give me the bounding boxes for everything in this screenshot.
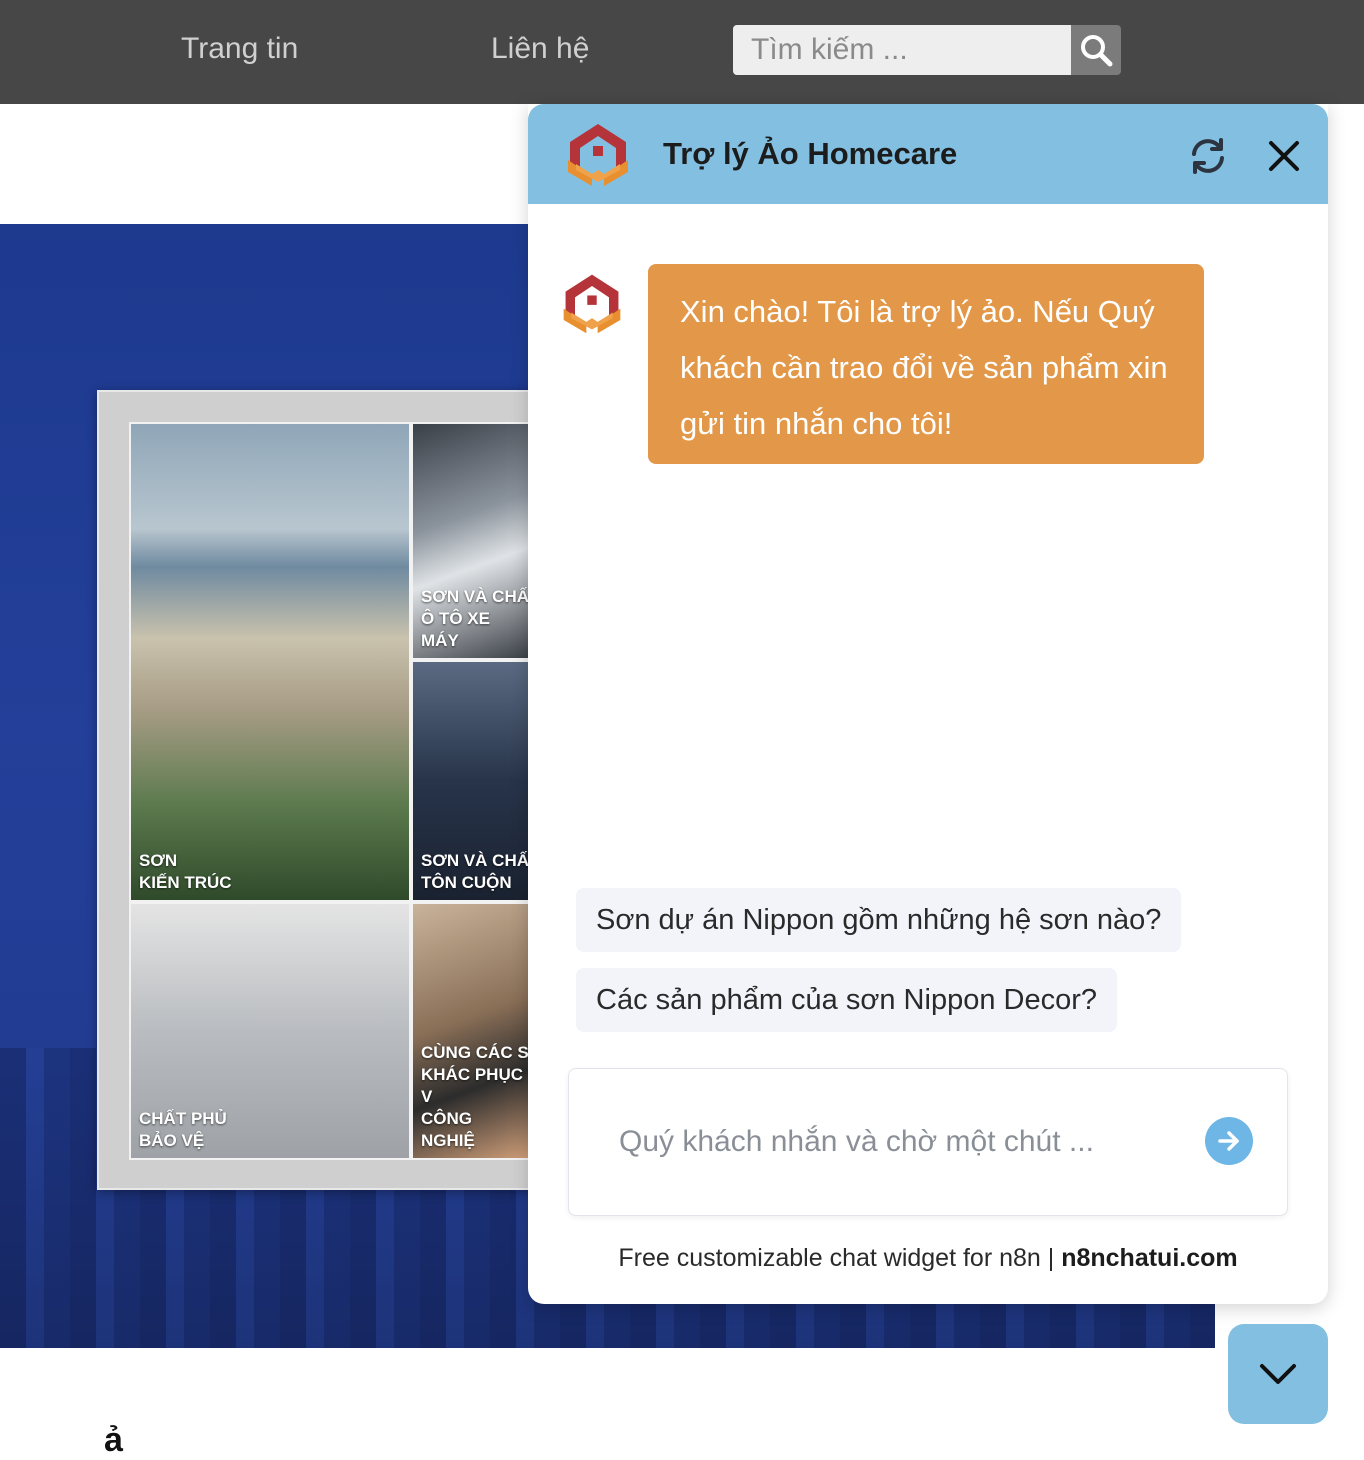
product-collage: SƠN KIẾN TRÚC SƠN VÀ CHẤ Ô TÔ XE MÁY SƠN… (97, 390, 561, 1190)
tile-coil-coating[interactable]: SƠN VÀ CHẤ TÔN CUỘN (411, 660, 531, 902)
tile-architectural-paint[interactable]: SƠN KIẾN TRÚC (129, 422, 411, 902)
top-navigation-bar: Trang tin Liên hệ (0, 0, 1364, 104)
suggestion-chip-1[interactable]: Sơn dự án Nippon gồm những hệ sơn nào? (576, 888, 1182, 952)
tile-label: SƠN KIẾN TRÚC (139, 851, 232, 892)
tile-label: SƠN VÀ CHẤ TÔN CUỘN (421, 851, 530, 892)
refresh-button[interactable] (1186, 134, 1230, 178)
widget-footer: Free customizable chat widget for n8n | … (528, 1244, 1328, 1273)
partial-heading: ả (104, 1421, 123, 1459)
refresh-icon (1192, 138, 1224, 174)
suggestion-chip-2[interactable]: Các sản phẩm của sơn Nippon Decor? (576, 968, 1118, 1032)
bot-avatar-icon (563, 274, 621, 334)
homecare-logo-icon (568, 124, 628, 186)
nav-link-lien-he[interactable]: Liên hệ (491, 32, 589, 66)
tile-industrial-products[interactable]: CÙNG CÁC S KHÁC PHỤC V CÔNG NGHIỆ (411, 902, 531, 1160)
send-button[interactable] (1205, 1117, 1253, 1165)
chevron-down-icon (1260, 1364, 1296, 1384)
chat-title: Trợ lý Ảo Homecare (663, 136, 958, 171)
message-input[interactable] (617, 1109, 1181, 1175)
chat-header: Trợ lý Ảo Homecare (528, 104, 1328, 204)
search-input[interactable] (733, 25, 1071, 75)
tile-protective-coating[interactable]: CHẤT PHỦ BẢO VỆ (129, 902, 411, 1160)
tile-label: CHẤT PHỦ BẢO VỆ (139, 1109, 227, 1150)
chat-widget: Trợ lý Ảo Homecare Xin chào! Tôi là trợ … (528, 104, 1328, 1304)
close-icon (1269, 141, 1299, 171)
arrow-right-icon (1218, 1131, 1239, 1151)
bot-welcome-message: Xin chào! Tôi là trợ lý ảo. Nếu Quý khác… (648, 264, 1204, 464)
footer-text: Free customizable chat widget for n8n | (618, 1244, 1062, 1272)
message-composer (568, 1068, 1288, 1216)
close-button[interactable] (1262, 134, 1306, 178)
nav-link-trang-tin[interactable]: Trang tin (181, 32, 298, 66)
tile-label: SƠN VÀ CHẤ Ô TÔ XE MÁY (421, 587, 530, 650)
footer-link[interactable]: n8nchatui.com (1061, 1244, 1237, 1272)
search-button[interactable] (1071, 25, 1121, 75)
chat-toggle-button[interactable] (1228, 1324, 1328, 1424)
tile-label: CÙNG CÁC S KHÁC PHỤC V CÔNG NGHIỆ (421, 1043, 529, 1150)
search-icon (1081, 35, 1113, 67)
tile-auto-paint[interactable]: SƠN VÀ CHẤ Ô TÔ XE MÁY (411, 422, 531, 660)
